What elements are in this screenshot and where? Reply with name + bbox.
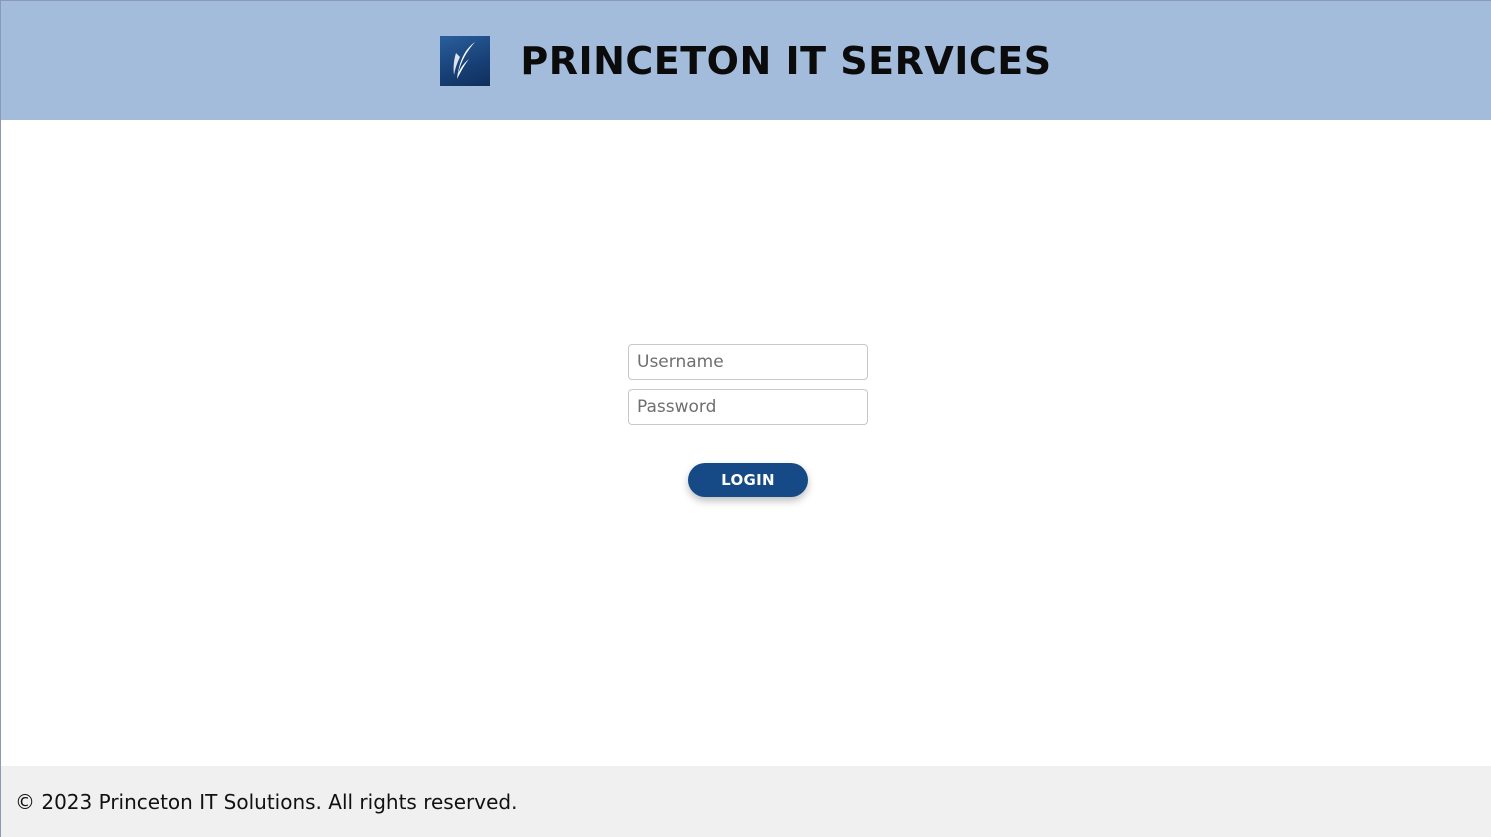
password-input[interactable] (628, 389, 868, 425)
copyright-text: © 2023 Princeton IT Solutions. All right… (15, 790, 518, 814)
feather-quill-icon (448, 39, 482, 83)
site-title: PRINCETON IT SERVICES (520, 38, 1052, 83)
login-button[interactable]: LOGIN (688, 463, 808, 497)
login-form: LOGIN (628, 344, 868, 497)
site-header: PRINCETON IT SERVICES (1, 1, 1491, 120)
username-input[interactable] (628, 344, 868, 380)
login-page: PRINCETON IT SERVICES LOGIN © 2023 Princ… (0, 0, 1491, 837)
company-logo (440, 35, 491, 86)
site-footer: © 2023 Princeton IT Solutions. All right… (1, 766, 1491, 837)
